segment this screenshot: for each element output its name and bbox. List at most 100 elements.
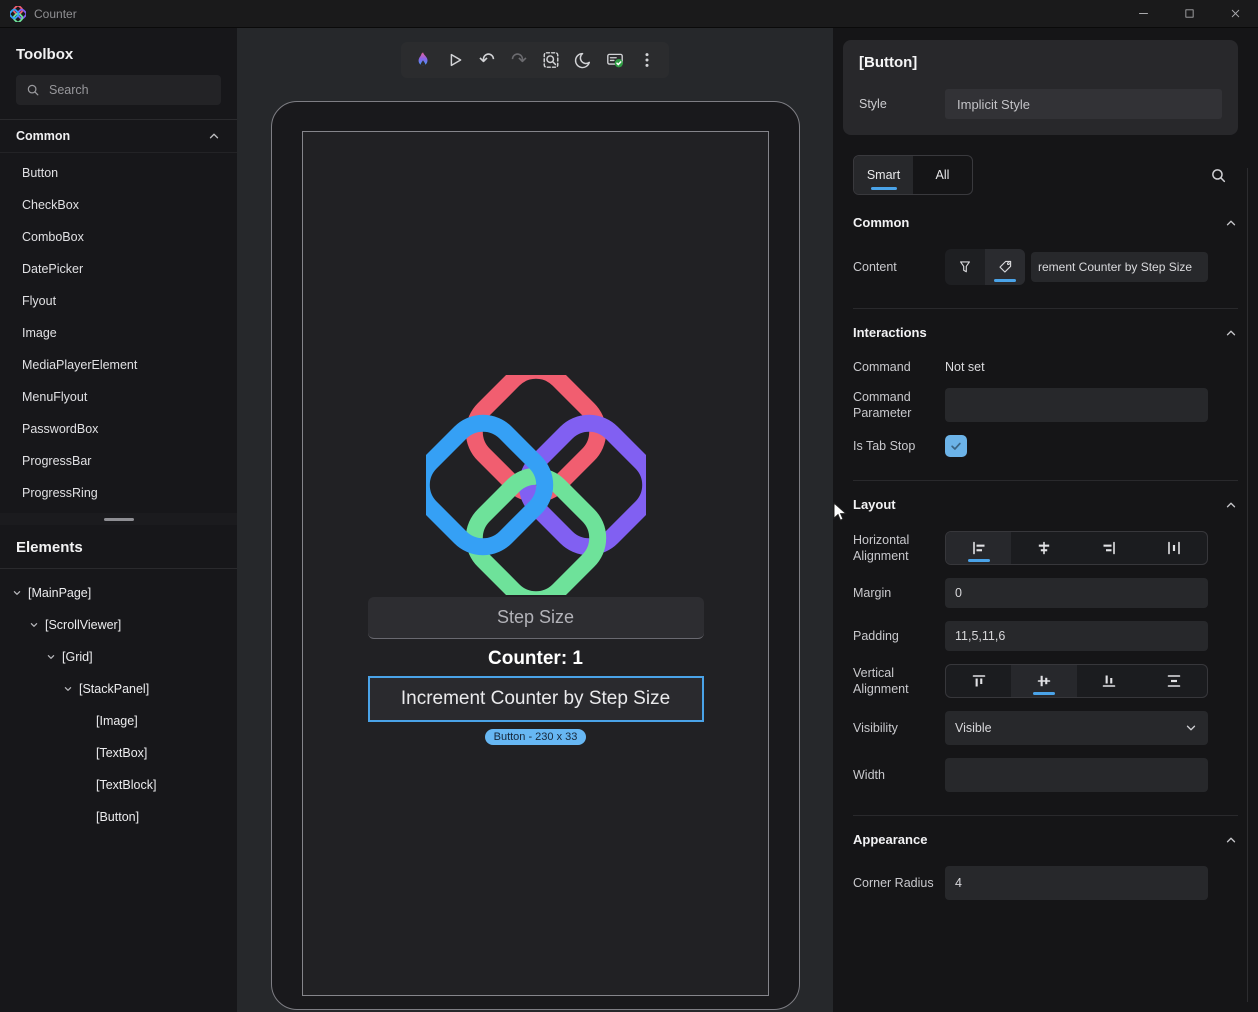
tree-expand-icon[interactable] <box>61 682 75 696</box>
valign-stretch-button[interactable] <box>1142 665 1207 697</box>
toolbox-item-flyout[interactable]: Flyout <box>0 285 237 317</box>
tree-item-label: [ScrollViewer] <box>45 618 122 632</box>
command-label: Command <box>853 360 911 374</box>
halign-right-button[interactable] <box>1077 532 1142 564</box>
halign-center-button[interactable] <box>1011 532 1076 564</box>
toolbox-item-combobox[interactable]: ComboBox <box>0 221 237 253</box>
toolbox-item-mediaplayerelement[interactable]: MediaPlayerElement <box>0 349 237 381</box>
theme-toggle-button[interactable] <box>569 46 597 74</box>
canvas-toolbar: ↶ ↷ <box>401 42 669 78</box>
align-bottom-icon <box>1101 673 1117 689</box>
halign-left-button[interactable] <box>946 532 1012 565</box>
command-value[interactable]: Not set <box>945 360 1208 374</box>
more-options-button[interactable] <box>633 46 661 74</box>
tree-expand-icon[interactable] <box>44 650 58 664</box>
align-vstretch-icon <box>1166 673 1182 689</box>
tree-item-textblock[interactable]: [TextBlock] <box>0 769 237 801</box>
tree-item-textbox[interactable]: [TextBox] <box>0 737 237 769</box>
tree-item-stackpanel[interactable]: [StackPanel] <box>0 673 237 705</box>
toolbox-item-progressring[interactable]: ProgressRing <box>0 477 237 509</box>
command-parameter-input[interactable] <box>945 388 1208 423</box>
section-interactions: Interactions Command Not set Command Par… <box>853 308 1238 480</box>
design-canvas[interactable]: ↶ ↷ Step Size Counter: 1 Increment Count… <box>237 28 833 1012</box>
devtools-status-button[interactable] <box>601 46 629 74</box>
tree-expand-icon[interactable] <box>10 586 24 600</box>
valign-center-button[interactable] <box>1011 665 1077 698</box>
uno-logo-image[interactable] <box>425 375 646 595</box>
width-input[interactable] <box>945 758 1208 793</box>
tree-item-mainpage[interactable]: [MainPage] <box>0 577 237 609</box>
valign-top-button[interactable] <box>946 665 1011 697</box>
redo-button[interactable]: ↷ <box>505 46 533 74</box>
margin-label: Margin <box>853 586 892 601</box>
inspector-tabs: Smart All <box>853 155 1232 195</box>
valign-bottom-button[interactable] <box>1077 665 1142 697</box>
halign-stretch-button[interactable] <box>1142 532 1207 564</box>
tag-icon <box>997 259 1013 275</box>
width-label: Width <box>853 768 885 783</box>
align-center-icon <box>1036 540 1052 556</box>
padding-input[interactable]: 11,5,11,6 <box>945 621 1208 652</box>
close-button[interactable] <box>1212 0 1258 28</box>
maximize-button[interactable] <box>1166 0 1212 28</box>
toolbox-item-button[interactable]: Button <box>0 157 237 189</box>
play-button[interactable] <box>441 46 469 74</box>
chevron-up-icon[interactable] <box>1224 833 1238 847</box>
align-right-icon <box>1101 540 1117 556</box>
device-frame: Step Size Counter: 1 Increment Counter b… <box>271 101 800 1010</box>
command-parameter-label: Command Parameter <box>853 390 912 421</box>
margin-input[interactable]: 0 <box>945 578 1208 609</box>
toolbox-item-image[interactable]: Image <box>0 317 237 349</box>
align-stretch-icon <box>1166 540 1182 556</box>
toolbox-item-menuflyout[interactable]: MenuFlyout <box>0 381 237 413</box>
device-screen[interactable]: Step Size Counter: 1 Increment Counter b… <box>302 131 769 996</box>
style-input[interactable]: Implicit Style <box>945 89 1222 119</box>
is-tab-stop-checkbox[interactable] <box>945 435 967 458</box>
tree-expand-icon[interactable] <box>27 618 41 632</box>
binding-icon <box>957 259 973 275</box>
style-label: Style <box>859 97 887 111</box>
toolbox-search[interactable] <box>16 75 221 105</box>
content-input[interactable]: rement Counter by Step Size <box>1031 252 1208 282</box>
toolbox-search-input[interactable] <box>49 83 211 97</box>
undo-button[interactable]: ↶ <box>473 46 501 74</box>
title-bar: Counter <box>0 0 1258 28</box>
selected-element-title: [Button] <box>859 54 918 71</box>
toolbox-item-passwordbox[interactable]: PasswordBox <box>0 413 237 445</box>
toolbox-item-datepicker[interactable]: DatePicker <box>0 253 237 285</box>
section-common: Common Content rement Counter by Step Si… <box>853 211 1238 308</box>
counter-textblock[interactable]: Counter: 1 <box>488 648 583 670</box>
corner-radius-input[interactable]: 4 <box>945 866 1208 901</box>
tree-item-label: [MainPage] <box>28 586 92 600</box>
chevron-up-icon[interactable] <box>1224 216 1238 230</box>
app-logo-icon <box>10 5 26 22</box>
content-literal-toggle[interactable] <box>985 249 1025 285</box>
visibility-select[interactable]: Visible <box>945 711 1208 746</box>
content-binding-toggle[interactable] <box>945 249 985 285</box>
chevron-up-icon[interactable] <box>1224 326 1238 340</box>
visibility-value: Visible <box>955 721 992 736</box>
toolbox-section-common[interactable]: Common <box>0 119 237 153</box>
panel-splitter[interactable] <box>0 513 237 525</box>
tree-item-button[interactable]: [Button] <box>0 801 237 833</box>
tree-item-grid[interactable]: [Grid] <box>0 641 237 673</box>
section-layout: Layout Horizontal Alignment Margin 0 Pad… <box>853 480 1238 815</box>
hot-reload-button[interactable] <box>409 46 437 74</box>
property-search-icon[interactable] <box>1204 161 1232 189</box>
toolbox-title: Toolbox <box>16 46 74 63</box>
chevron-up-icon[interactable] <box>1224 498 1238 512</box>
tree-item-scrollviewer[interactable]: [ScrollViewer] <box>0 609 237 641</box>
minimize-button[interactable] <box>1120 0 1166 28</box>
chevron-up-icon <box>207 129 221 143</box>
step-size-textbox[interactable]: Step Size <box>367 597 704 639</box>
toolbox-item-progressbar[interactable]: ProgressBar <box>0 445 237 477</box>
inspect-element-button[interactable] <box>537 46 565 74</box>
increment-button-selected[interactable]: Increment Counter by Step Size <box>367 676 704 722</box>
tab-all[interactable]: All <box>913 156 972 194</box>
search-icon <box>26 83 40 97</box>
tree-item-image[interactable]: [Image] <box>0 705 237 737</box>
visibility-label: Visibility <box>853 721 898 736</box>
tree-item-label: [Image] <box>96 714 138 728</box>
tab-smart[interactable]: Smart <box>854 156 913 194</box>
toolbox-item-checkbox[interactable]: CheckBox <box>0 189 237 221</box>
